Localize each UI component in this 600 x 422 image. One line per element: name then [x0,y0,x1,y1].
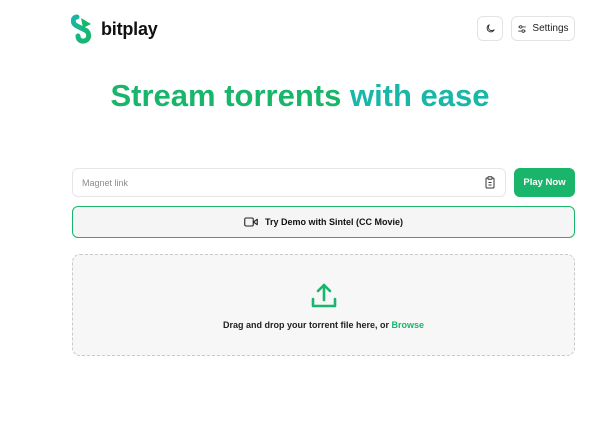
play-now-button[interactable]: Play Now [514,168,575,197]
hero-title-part1: Stream torrents [110,78,350,113]
theme-toggle-button[interactable] [477,16,503,41]
settings-button[interactable]: Settings [511,16,575,41]
torrent-dropzone[interactable]: Drag and drop your torrent file here, or… [72,254,575,356]
hero-title: Stream torrents with ease [0,78,600,113]
browse-link[interactable]: Browse [392,320,425,330]
app-header: bitplay Settings [0,0,600,58]
hero-title-part2: with ease [349,78,490,113]
dropzone-text: Drag and drop your torrent file here, or [222,320,392,330]
bitplay-logo-icon [71,14,92,44]
moon-icon [486,24,495,33]
app-logo[interactable]: bitplay [71,14,158,44]
paste-button[interactable] [483,175,497,190]
app-name: bitplay [101,18,158,39]
dropzone-instructions: Drag and drop your torrent file here, or… [73,320,574,330]
magnet-link-input[interactable] [73,169,473,196]
try-demo-button[interactable]: Try Demo with Sintel (CC Movie) [72,206,575,238]
magnet-input-group [72,168,506,197]
settings-label: Settings [532,23,569,34]
upload-icon [311,283,337,308]
sliders-icon [518,24,527,33]
try-demo-label: Try Demo with Sintel (CC Movie) [264,217,403,227]
video-camera-icon [244,217,258,227]
clipboard-icon [485,176,495,189]
